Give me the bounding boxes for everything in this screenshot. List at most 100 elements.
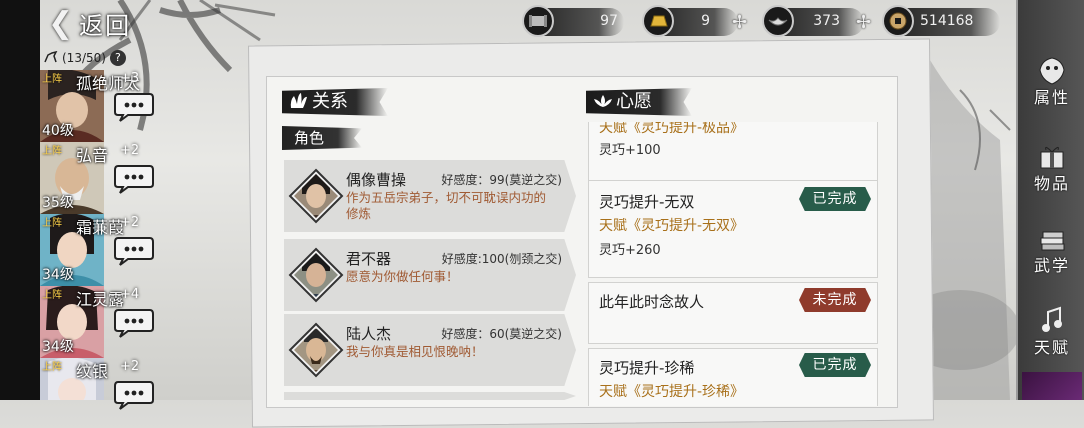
character-avatar bbox=[288, 168, 344, 224]
chat-bubble-icon[interactable] bbox=[114, 92, 154, 122]
wish-card: 灵巧提升-无双 天赋《灵巧提升-无双》 灵巧+260 已完成 bbox=[588, 180, 878, 278]
wishes-header: 心愿 bbox=[586, 88, 696, 116]
book-stack-icon bbox=[1040, 231, 1065, 251]
member-level: 35级 bbox=[42, 195, 74, 211]
side-tab-attributes[interactable]: 属性 bbox=[1024, 52, 1080, 132]
deployed-tag: 上阵 bbox=[42, 146, 62, 157]
wish-card: 此年此时念故人 未完成 bbox=[588, 282, 878, 344]
member-level: 34级 bbox=[42, 339, 74, 355]
member-name: 纹银 bbox=[76, 362, 109, 381]
chat-bubble-icon[interactable] bbox=[114, 380, 154, 410]
member-bonus: +3 bbox=[120, 71, 140, 86]
character-quote: 愿意为你做任何事！ bbox=[346, 269, 459, 284]
wish-talent: 天赋《灵巧提升-珍稀》 bbox=[599, 384, 745, 400]
resource-silver: 373 ✢ bbox=[762, 5, 876, 37]
horse-icon bbox=[44, 50, 58, 66]
silver-ingot-icon bbox=[762, 5, 794, 37]
affinity-value: 好感度:100(刎颈之交) bbox=[441, 252, 562, 266]
side-tab-martial-arts[interactable]: 武学 bbox=[1024, 220, 1080, 300]
side-tab-label: 物品 bbox=[1033, 174, 1070, 193]
member-name: 霜蒹葭 bbox=[76, 218, 125, 237]
member-level: 34级 bbox=[42, 267, 74, 283]
member-name: 江灵露 bbox=[76, 290, 125, 309]
character-quote: 作为五岳宗弟子，切不可耽误内功的修炼 bbox=[346, 190, 547, 221]
wish-card: 天赋《灵巧提升-极品》 灵巧+100 bbox=[588, 122, 878, 188]
member-bonus: +2 bbox=[120, 359, 140, 374]
side-tab-talents[interactable]: 天赋 bbox=[1024, 302, 1080, 382]
wish-talent: 天赋《灵巧提升-极品》 bbox=[599, 122, 745, 136]
member-bonus: +4 bbox=[120, 287, 140, 302]
wish-title: 灵巧提升-无双 bbox=[599, 193, 695, 211]
member-bonus: +2 bbox=[120, 215, 140, 230]
roster-member[interactable]: 上阵 弘音 +2 35级 bbox=[40, 142, 160, 214]
gift-box-icon bbox=[1040, 146, 1064, 169]
roster-member[interactable]: 上阵 纹银 +2 bbox=[40, 358, 160, 410]
deployed-tag: 上阵 bbox=[42, 74, 62, 85]
affinity-value: 好感度：99(莫逆之交) bbox=[441, 173, 562, 187]
scroll-ticket-icon bbox=[522, 5, 554, 37]
character-avatar bbox=[288, 247, 344, 303]
character-name: 偶像曹操 bbox=[346, 171, 407, 189]
resource-value: 9 bbox=[701, 13, 710, 29]
deployed-tag: 上阵 bbox=[42, 362, 62, 373]
completed-badge: 已完成 bbox=[799, 353, 871, 377]
character-avatar bbox=[288, 322, 344, 378]
resource-gold: 9 ✢ bbox=[642, 5, 752, 37]
side-tab-label: 武学 bbox=[1033, 256, 1070, 275]
roster-member[interactable]: 上阵 霜蒹葭 +2 34级 bbox=[40, 214, 160, 286]
wishes-list: 天赋《灵巧提升-极品》 灵巧+100 灵巧提升-无双 天赋《灵巧提升-无双》 灵… bbox=[588, 122, 878, 406]
roster-member[interactable]: 上阵 江灵露 +4 34级 bbox=[40, 286, 160, 358]
chat-bubble-icon[interactable] bbox=[114, 236, 154, 266]
member-name: 弘音 bbox=[76, 146, 109, 165]
copper-coin-icon bbox=[882, 5, 914, 37]
deployed-tag: 上阵 bbox=[42, 218, 62, 229]
completed-badge: 已完成 bbox=[799, 187, 871, 211]
relations-title: 关系 bbox=[312, 91, 348, 112]
musical-note-icon bbox=[1042, 306, 1062, 332]
side-tab-extra[interactable] bbox=[1022, 372, 1082, 400]
left-edge-strip bbox=[0, 0, 40, 400]
role-label: 角色 bbox=[294, 129, 325, 147]
wish-title: 灵巧提升-珍稀 bbox=[599, 359, 695, 377]
resource-value: 373 bbox=[813, 13, 840, 29]
chat-bubble-icon[interactable] bbox=[114, 164, 154, 194]
side-menu: 属性 物品 武学 天赋 bbox=[1016, 0, 1084, 400]
back-label: 返回 bbox=[79, 12, 132, 40]
roster-header: (13/50) ? bbox=[44, 50, 126, 66]
relation-card[interactable] bbox=[284, 392, 576, 400]
wishes-title: 心愿 bbox=[616, 91, 652, 112]
wish-talent: 天赋《灵巧提升-无双》 bbox=[599, 218, 745, 234]
affinity-value: 好感度：60(莫逆之交) bbox=[441, 327, 562, 341]
member-bonus: +2 bbox=[120, 143, 140, 158]
resource-scroll: 97 bbox=[522, 5, 624, 37]
role-tab[interactable]: 角色 bbox=[282, 126, 362, 150]
relation-card[interactable]: 偶像曹操 好感度：99(莫逆之交) 作为五岳宗弟子，切不可耽误内功的修炼 bbox=[284, 160, 576, 232]
character-name: 陆人杰 bbox=[346, 325, 392, 343]
resource-value: 514168 bbox=[920, 13, 974, 29]
chevron-left-icon: ❮ bbox=[48, 5, 74, 41]
add-gold-button[interactable]: ✢ bbox=[732, 12, 747, 33]
add-silver-button[interactable]: ✢ bbox=[856, 12, 871, 33]
side-tab-label: 属性 bbox=[1033, 88, 1070, 107]
side-tab-label: 天赋 bbox=[1033, 338, 1070, 357]
relation-card[interactable]: 君不器 好感度:100(刎颈之交) 愿意为你做任何事！ bbox=[284, 239, 576, 311]
gold-bar-icon bbox=[642, 5, 674, 37]
lion-head-icon bbox=[1039, 57, 1065, 85]
relation-card[interactable]: 陆人杰 好感度：60(莫逆之交) 我与你真是相见恨晚呐！ bbox=[284, 314, 576, 386]
wish-card: 灵巧提升-珍稀 天赋《灵巧提升-珍稀》 已完成 bbox=[588, 348, 878, 406]
wish-reward: 灵巧+100 bbox=[599, 143, 661, 158]
roster-count: (13/50) bbox=[62, 51, 106, 65]
roster-member[interactable]: 上阵 孤绝师太 +3 40级 bbox=[40, 70, 160, 142]
character-quote: 我与你真是相见恨晚呐！ bbox=[346, 344, 484, 359]
chat-bubble-icon[interactable] bbox=[114, 308, 154, 338]
help-button[interactable]: ? bbox=[109, 50, 126, 66]
character-name: 君不器 bbox=[346, 250, 392, 268]
resource-coin: 514168 bbox=[882, 5, 1004, 37]
side-tab-items[interactable]: 物品 bbox=[1024, 138, 1080, 218]
relations-header: 关系 bbox=[282, 88, 392, 116]
back-button[interactable]: ❮ 返回 bbox=[48, 6, 131, 41]
resource-value: 97 bbox=[600, 13, 618, 29]
incomplete-badge: 未完成 bbox=[799, 288, 871, 312]
wish-title: 此年此时念故人 bbox=[599, 293, 705, 311]
wish-reward: 灵巧+260 bbox=[599, 243, 661, 258]
